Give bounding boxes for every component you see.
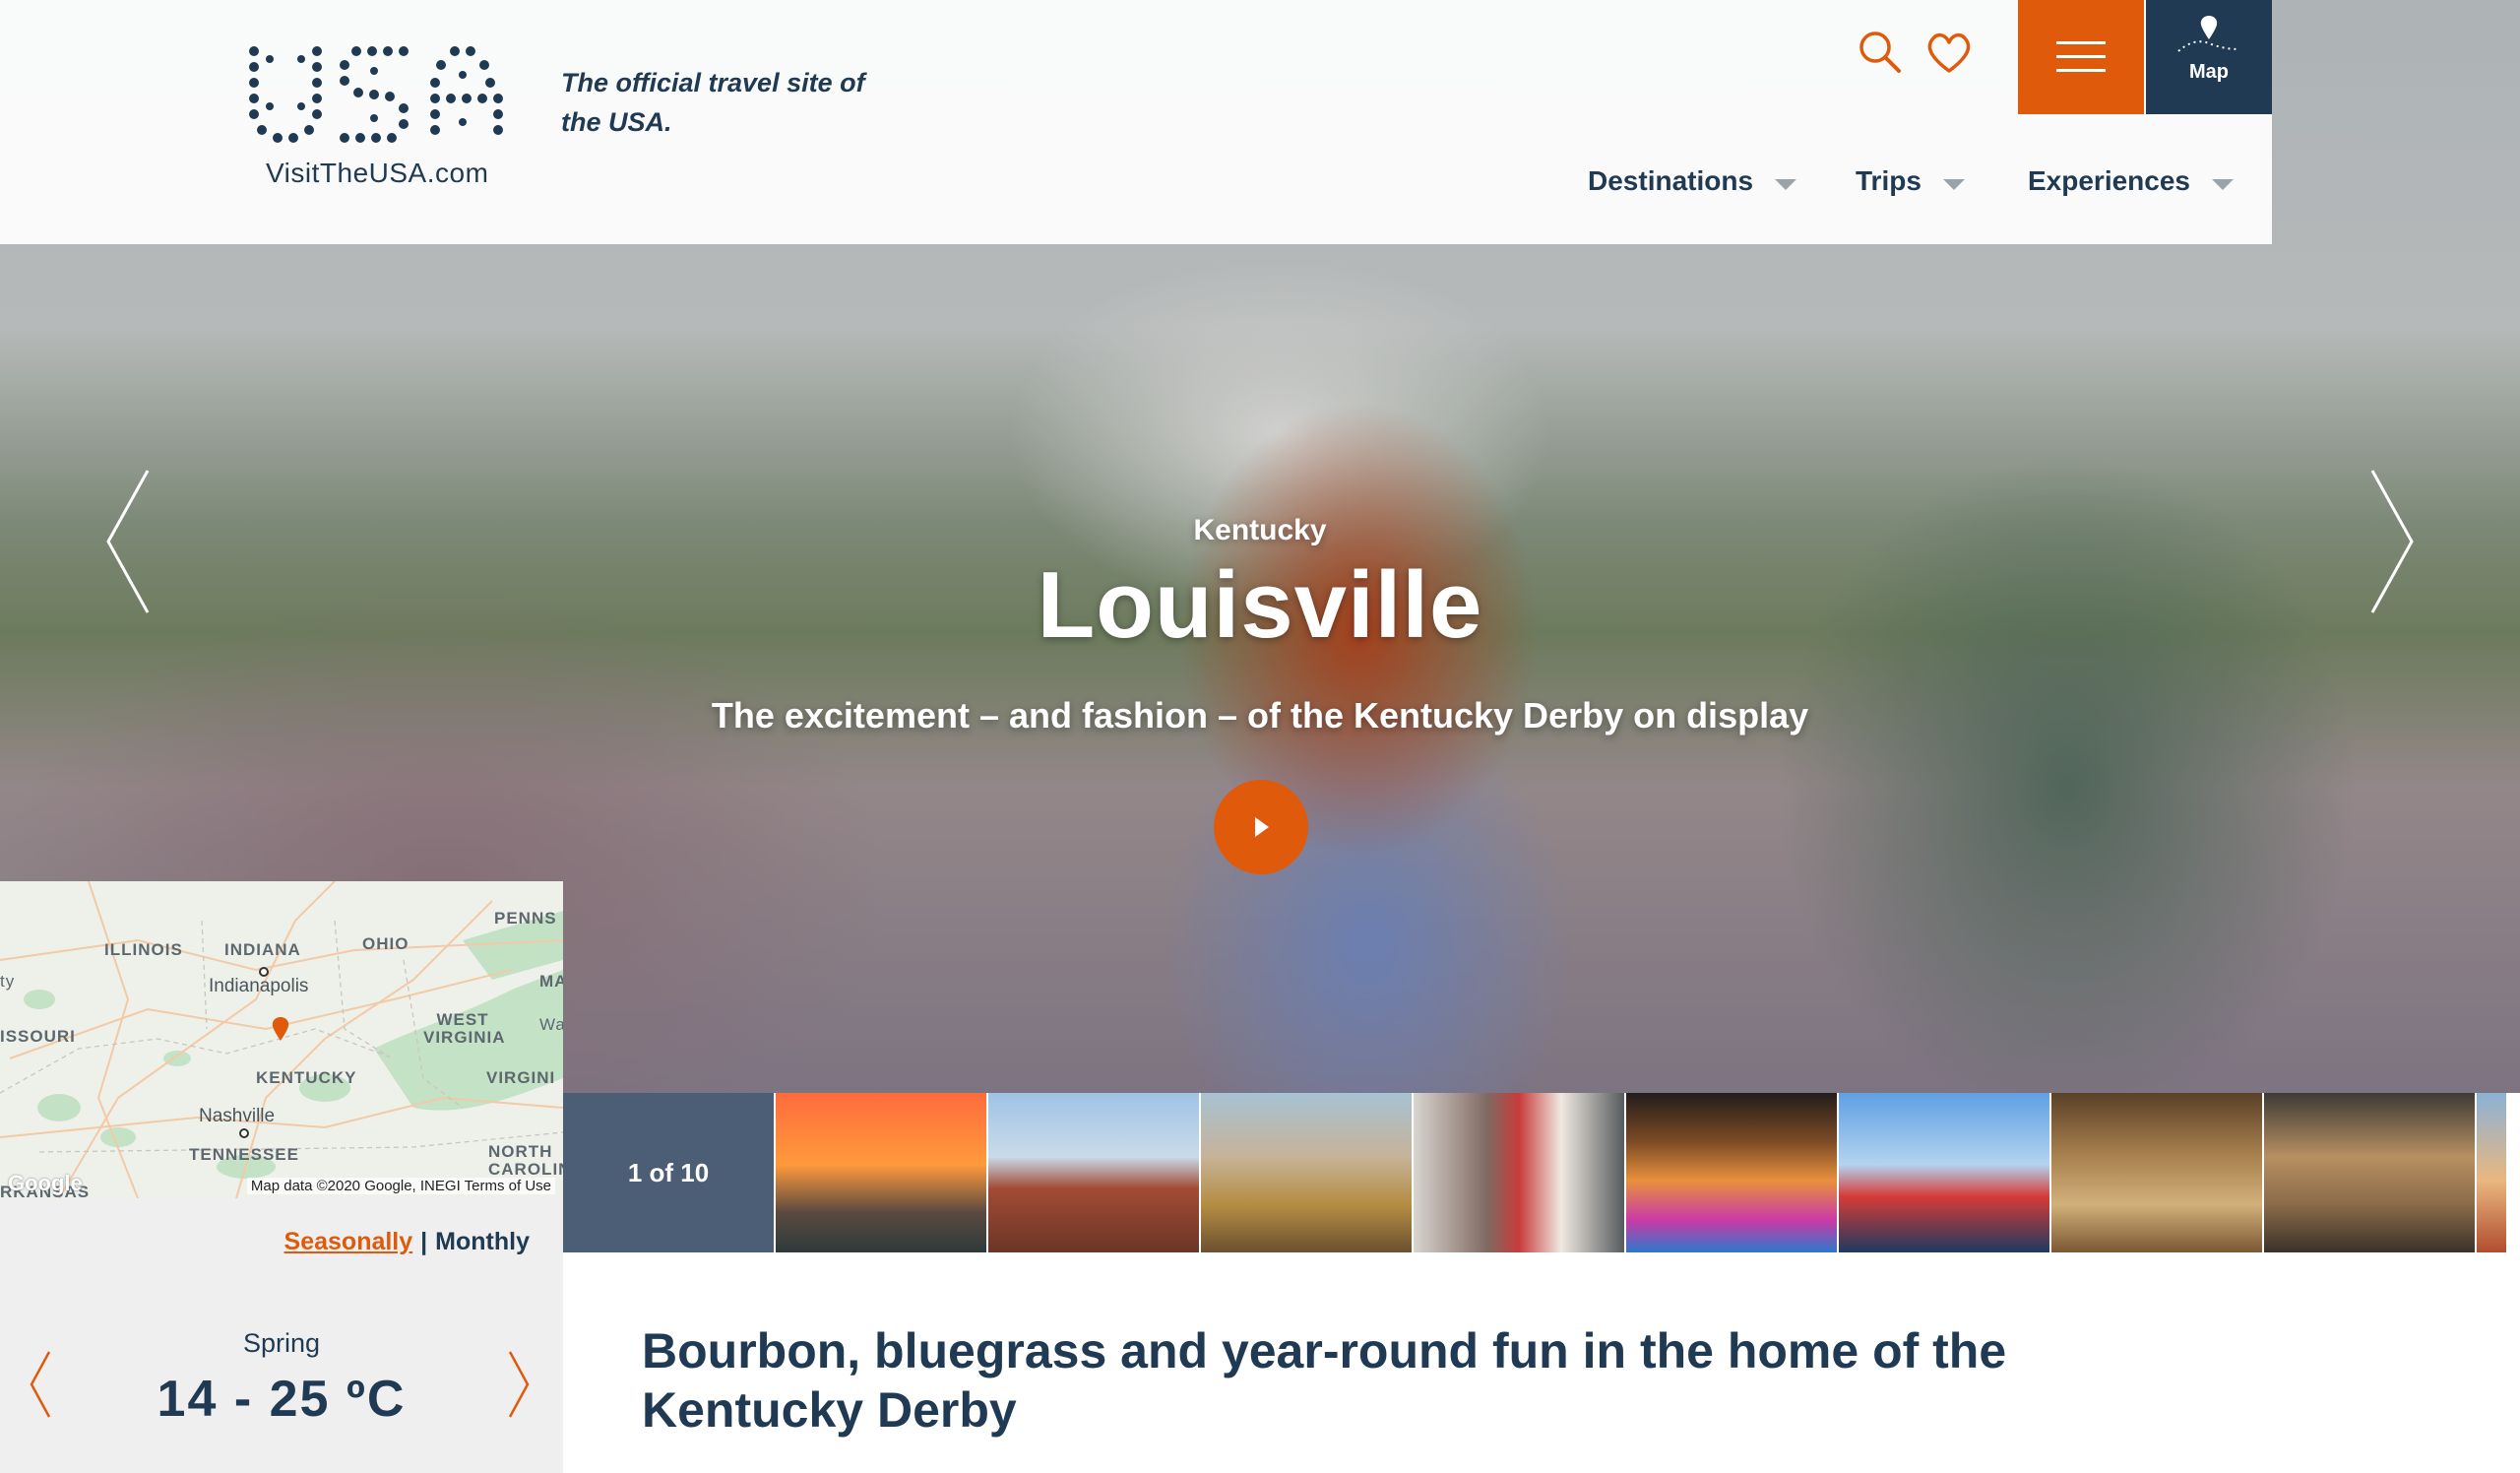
gallery-counter: 1 of 10	[627, 1157, 710, 1187]
gallery-thumb[interactable]	[776, 1093, 986, 1252]
nav-destinations[interactable]: Destinations	[1588, 165, 1797, 197]
map-label-missouri: ISSOURI	[0, 1027, 76, 1046]
map-attribution: Map data ©2020 Google, INEGI Terms of Us…	[246, 1178, 555, 1194]
site-header: VisitTheUSA.com The official travel site…	[0, 0, 2272, 244]
map-label-ty: ty	[0, 972, 16, 991]
chevron-right-icon[interactable]	[504, 1348, 534, 1421]
gallery-thumb[interactable]	[2264, 1093, 2475, 1252]
gallery-thumb[interactable]	[2051, 1093, 2262, 1252]
menu-button[interactable]	[2018, 0, 2144, 114]
map-data-text: Map data ©2020 Google, INEGI	[250, 1178, 461, 1194]
weather-mode-toggle: Seasonally | Monthly	[284, 1228, 530, 1256]
map-label-illinois: ILLINOIS	[104, 940, 183, 959]
map-button-label: Map	[2189, 61, 2229, 83]
logo-wordmark[interactable]: VisitTheUSA.com	[266, 158, 488, 189]
gallery-thumb[interactable]	[988, 1093, 1199, 1252]
toggle-separator: |	[420, 1228, 428, 1255]
map-label-penn: PENNS	[494, 909, 557, 928]
hamburger-icon	[2056, 41, 2106, 72]
gallery-thumb[interactable]	[1626, 1093, 1837, 1252]
map-button[interactable]: Map	[2146, 0, 2272, 114]
caret-down-icon	[2212, 178, 2234, 190]
map-label-indiana: INDIANA	[224, 940, 301, 959]
nav-destinations-label: Destinations	[1588, 165, 1754, 196]
nav-trips[interactable]: Trips	[1856, 165, 1965, 197]
map-label-kentucky: KENTUCKY	[256, 1068, 357, 1087]
hero-subtitle: The excitement – and fashion – of the Ke…	[711, 695, 1809, 736]
usa-logo[interactable]	[246, 43, 512, 161]
google-logo[interactable]: Google	[8, 1171, 83, 1196]
page-headline: Bourbon, bluegrass and year-round fun in…	[642, 1323, 2007, 1438]
location-map[interactable]: ILLINOIS INDIANA OHIO PENNS MA ISSOURI W…	[0, 881, 563, 1198]
play-icon	[1255, 817, 1269, 837]
search-icon[interactable]	[1856, 28, 1905, 77]
gallery-thumb[interactable]	[1414, 1093, 1624, 1252]
map-pin-icon	[2177, 16, 2240, 52]
weather-panel: Seasonally | Monthly Spring 14 - 25 ºC	[0, 1198, 563, 1473]
nav-trips-label: Trips	[1856, 165, 1922, 196]
map-city-nashville: Nashville	[199, 1106, 276, 1126]
nav-experiences[interactable]: Experiences	[2028, 165, 2234, 197]
toggle-monthly[interactable]: Monthly	[435, 1228, 530, 1255]
gallery-thumb-current[interactable]: 1 of 10	[563, 1093, 774, 1252]
map-label-north-carolina: NORTH CAROLINA	[488, 1142, 563, 1179]
map-label-virginia: VIRGINI	[486, 1068, 556, 1087]
map-label-ma: MA	[539, 972, 563, 991]
gallery-thumbnails: 1 of 10	[563, 1093, 2520, 1252]
map-terms-link[interactable]: Terms of Use	[465, 1178, 551, 1194]
play-video-button[interactable]	[1214, 780, 1308, 874]
site-tagline: The official travel site of the USA.	[561, 68, 865, 137]
gallery-thumb[interactable]	[1201, 1093, 1412, 1252]
map-city-indianapolis: Indianapolis	[209, 976, 309, 996]
hero-region: Kentucky	[1193, 514, 1327, 546]
season-name: Spring	[242, 1328, 321, 1358]
season-temperature: 14 - 25 ºC	[157, 1371, 407, 1428]
hero-title: Louisville	[1037, 552, 1483, 658]
caret-down-icon	[1775, 178, 1797, 190]
nav-experiences-label: Experiences	[2028, 165, 2190, 196]
map-label-tennessee: TENNESSEE	[189, 1145, 299, 1164]
map-label-ohio: OHIO	[362, 934, 410, 953]
map-label-west-virginia: WEST VIRGINIA	[423, 1010, 506, 1047]
heart-icon[interactable]	[1924, 28, 1974, 77]
map-label-wa: Wa	[539, 1015, 563, 1034]
gallery-thumb[interactable]	[1839, 1093, 2049, 1252]
caret-down-icon	[1942, 178, 1965, 190]
gallery-thumb[interactable]	[2477, 1093, 2506, 1252]
toggle-seasonally[interactable]: Seasonally	[284, 1228, 413, 1255]
